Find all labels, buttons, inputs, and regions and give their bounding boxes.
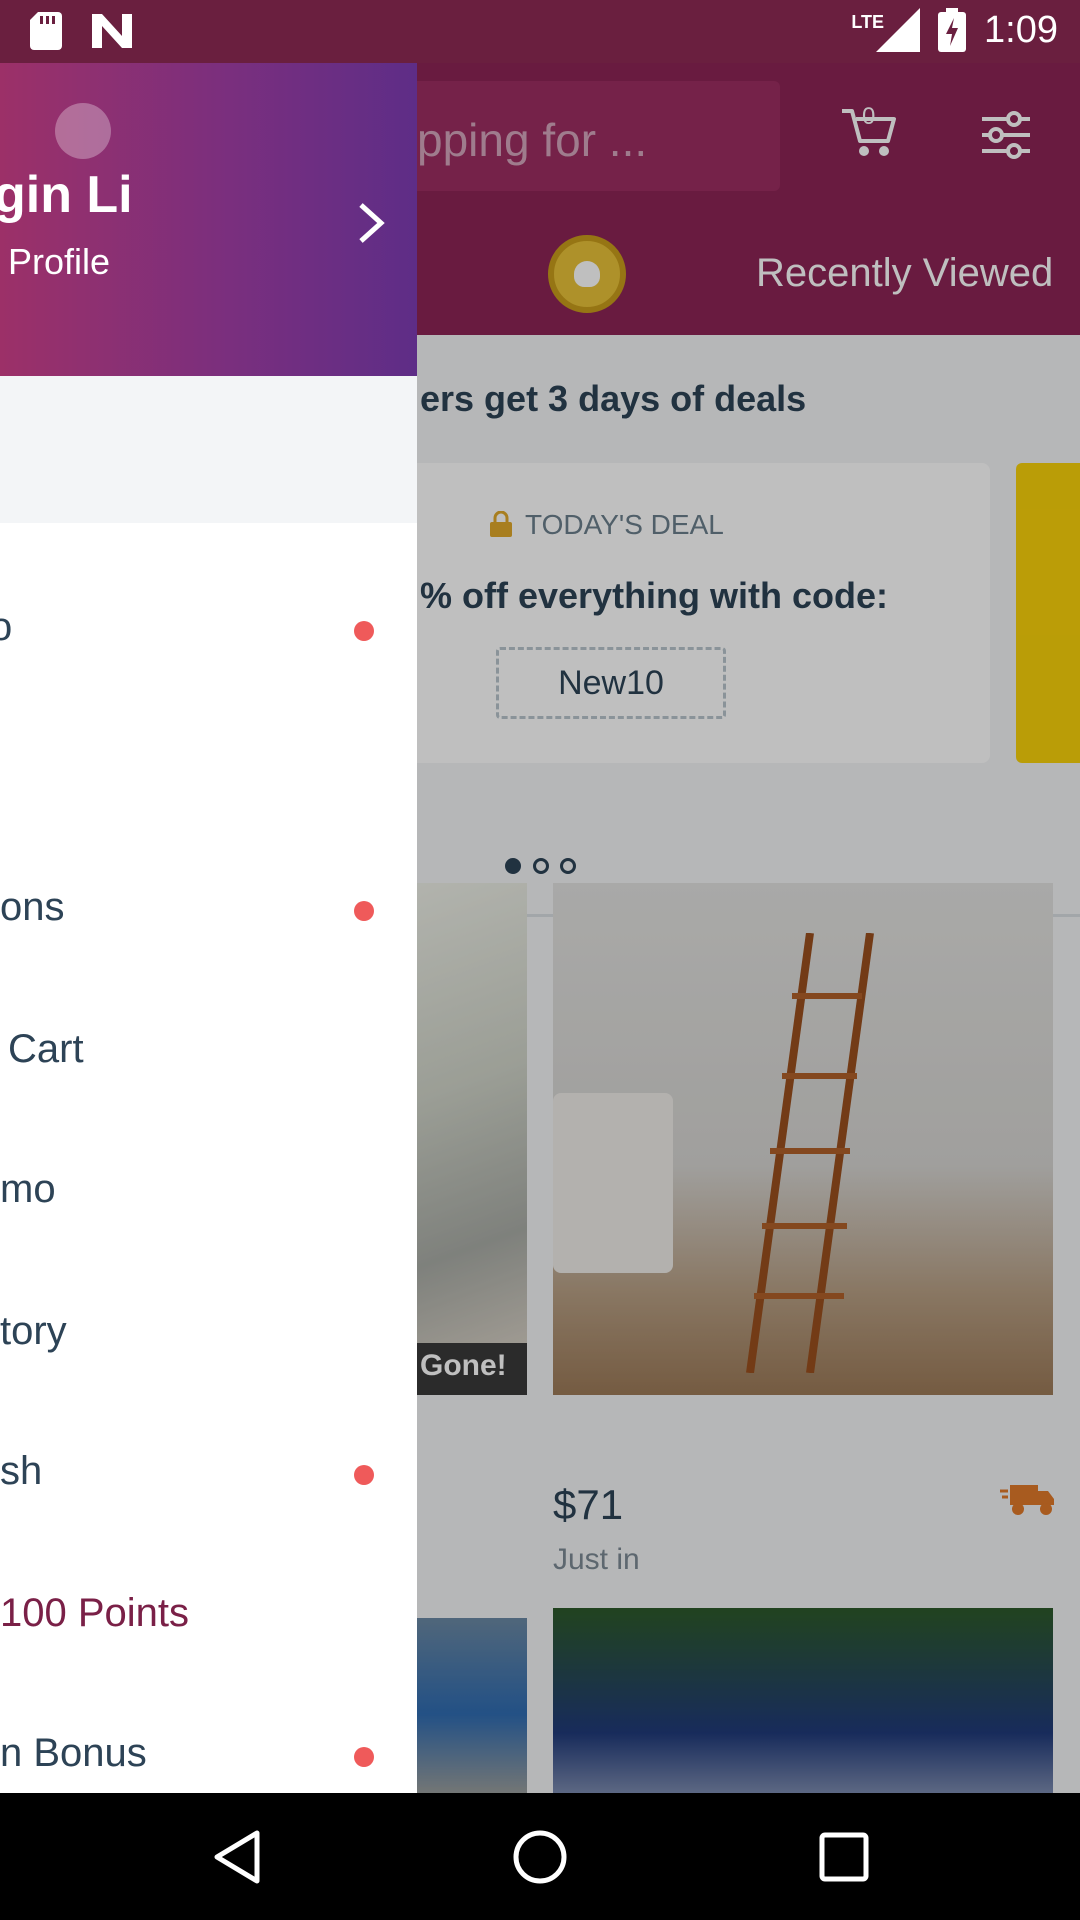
drawer-profile-header[interactable]: gin Li Profile — [0, 63, 417, 376]
n-logo-icon — [92, 14, 132, 48]
drawer-band — [0, 376, 417, 523]
drawer-item-4[interactable]: tory — [0, 1295, 417, 1375]
drawer-item-0[interactable]: o — [0, 591, 417, 671]
drawer-item-label: sh — [0, 1449, 43, 1493]
back-icon[interactable] — [205, 1825, 269, 1889]
drawer-item-label: 100 Points — [0, 1591, 190, 1635]
system-nav-bar — [0, 1793, 1080, 1920]
drawer-item-label: mo — [0, 1167, 56, 1211]
clock: 1:09 — [984, 8, 1058, 51]
drawer-item-label: tory — [0, 1309, 67, 1353]
drawer-item-1[interactable]: ons — [0, 871, 417, 951]
notification-dot — [354, 1465, 374, 1485]
home-icon[interactable] — [508, 1825, 572, 1889]
sd-card-icon — [30, 12, 62, 50]
navigation-drawer: gin Li Profile o ons Cart mo tory sh 100… — [0, 63, 417, 1793]
chevron-right-icon — [359, 203, 385, 243]
status-bar: LTE 1:09 — [0, 0, 1080, 63]
drawer-item-7[interactable]: n Bonus — [0, 1717, 417, 1793]
drawer-item-5[interactable]: sh — [0, 1435, 417, 1515]
recents-icon[interactable] — [812, 1825, 876, 1889]
drawer-item-label: Cart — [8, 1027, 84, 1071]
notification-dot — [354, 901, 374, 921]
drawer-item-6[interactable]: 100 Points — [0, 1577, 417, 1657]
drawer-item-3[interactable]: mo — [0, 1153, 417, 1233]
drawer-item-label: ons — [0, 885, 65, 929]
drawer-item-label: n Bonus — [0, 1731, 147, 1775]
drawer-item-2[interactable]: Cart — [0, 1013, 417, 1093]
user-name: gin Li — [0, 166, 133, 224]
notification-dot — [354, 1747, 374, 1767]
notification-dot — [354, 621, 374, 641]
profile-link[interactable]: Profile — [8, 241, 110, 283]
drawer-item-label: o — [0, 605, 13, 649]
signal-icon — [876, 8, 921, 52]
battery-icon — [938, 8, 967, 52]
avatar — [55, 103, 111, 159]
